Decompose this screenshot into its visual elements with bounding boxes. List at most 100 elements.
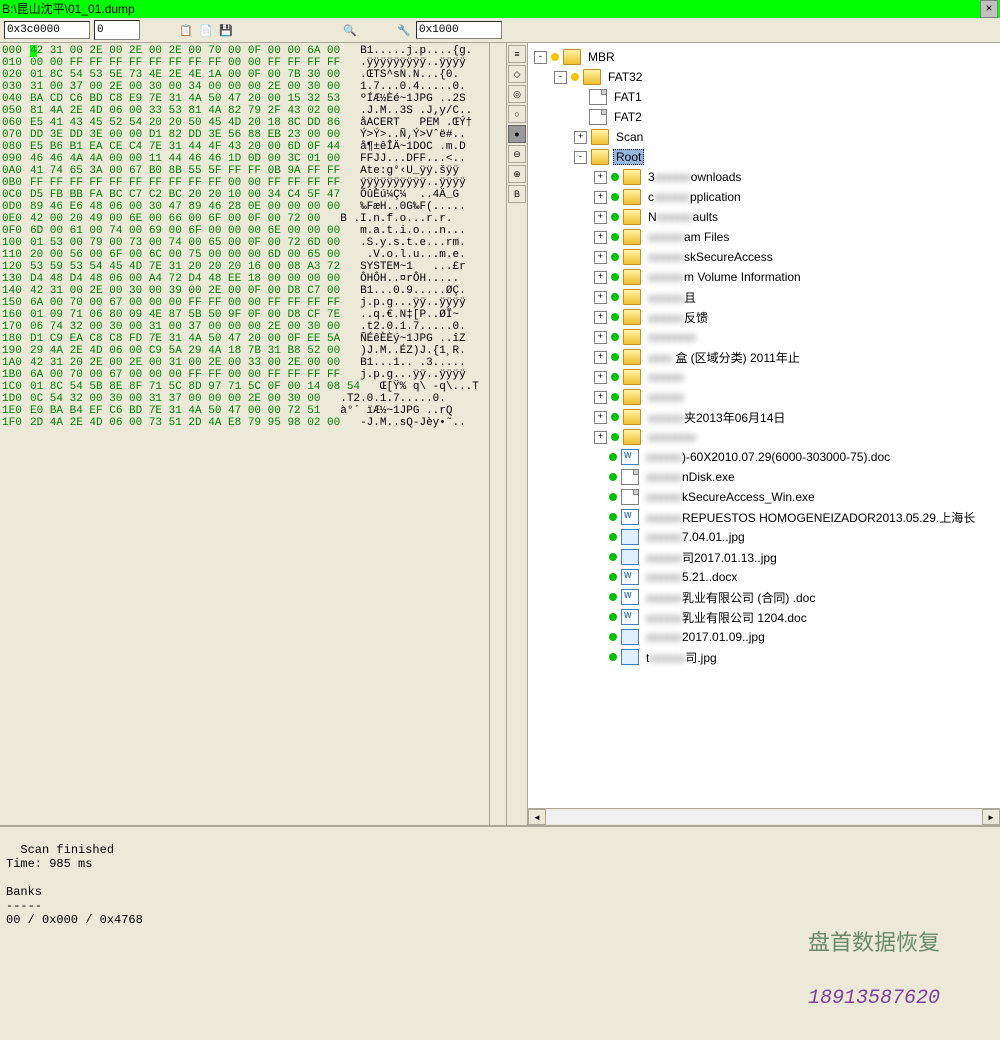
expand-toggle[interactable]: - bbox=[534, 51, 547, 64]
tree-node[interactable]: xxxxxxnDisk.exe bbox=[530, 467, 998, 487]
ts-btn-4[interactable]: ○ bbox=[508, 105, 526, 123]
tree-node[interactable]: - FAT32 bbox=[530, 67, 998, 87]
expand-toggle[interactable]: + bbox=[594, 291, 607, 304]
tree-node[interactable]: xxxxxx乳业有限公司 (合同) .doc bbox=[530, 587, 998, 607]
tree-node[interactable]: xxxxxx2017.01.09..jpg bbox=[530, 627, 998, 647]
scroll-track[interactable] bbox=[546, 810, 982, 824]
tree-node[interactable]: - MBR bbox=[530, 47, 998, 67]
tree-label[interactable]: xxxxxx司2017.01.13..jpg bbox=[643, 548, 780, 567]
address-input[interactable] bbox=[4, 21, 90, 39]
tree-node[interactable]: + xxxxxx夹2013年06月14日 bbox=[530, 407, 998, 427]
tree-node[interactable]: xxxxxxREPUESTOS HOMOGENEIZADOR2013.05.29… bbox=[530, 507, 998, 527]
close-button[interactable]: × bbox=[980, 0, 998, 18]
expand-toggle[interactable]: + bbox=[594, 191, 607, 204]
tree-node[interactable]: xxxxxx)-60X2010.07.29(6000-303000-75).do… bbox=[530, 447, 998, 467]
ts-btn-6[interactable]: ⊖ bbox=[508, 145, 526, 163]
spin-input[interactable] bbox=[94, 20, 140, 40]
tree-label[interactable]: xxxxxxkSecureAccess_Win.exe bbox=[643, 489, 818, 505]
tree-label[interactable]: xxxxxxREPUESTOS HOMOGENEIZADOR2013.05.29… bbox=[643, 508, 978, 527]
tree-node[interactable]: + xxxxxxam Files bbox=[530, 227, 998, 247]
tree-node[interactable]: + xxxxxx bbox=[530, 367, 998, 387]
tree-node[interactable]: xxxxxx5.21..docx bbox=[530, 567, 998, 587]
tree-node[interactable]: + xxxx 盒 (区域分类) 2011年止 bbox=[530, 347, 998, 367]
tree-label[interactable]: xxxxxxskSecureAccess bbox=[645, 249, 776, 265]
tree-label[interactable]: xxxxxx且 bbox=[645, 288, 699, 307]
tree-node[interactable]: + xxxxxxm Volume Information bbox=[530, 267, 998, 287]
expand-toggle[interactable]: + bbox=[594, 211, 607, 224]
paste-icon[interactable]: 📄 bbox=[198, 22, 214, 38]
expand-toggle[interactable]: - bbox=[554, 71, 567, 84]
tree-label[interactable]: xxxxxx7.04.01..jpg bbox=[643, 529, 748, 545]
tree-label[interactable]: FAT32 bbox=[605, 69, 645, 85]
expand-toggle[interactable]: + bbox=[574, 131, 587, 144]
tree-node[interactable]: xxxxxx7.04.01..jpg bbox=[530, 527, 998, 547]
expand-toggle[interactable]: + bbox=[594, 391, 607, 404]
ts-btn-3[interactable]: ◎ bbox=[508, 85, 526, 103]
scroll-right-button[interactable]: ► bbox=[982, 809, 1000, 825]
expand-toggle[interactable]: - bbox=[574, 151, 587, 164]
tree-label[interactable]: cxxxxxxpplication bbox=[645, 189, 744, 205]
tree-label[interactable]: xxxxxx2017.01.09..jpg bbox=[643, 629, 768, 645]
tree-node[interactable]: + xxxxxx bbox=[530, 387, 998, 407]
copy-icon[interactable]: 📋 bbox=[178, 22, 194, 38]
tree-node[interactable]: + xxxxxx反馈 bbox=[530, 307, 998, 327]
expand-toggle[interactable]: + bbox=[594, 231, 607, 244]
tree-label[interactable]: xxxxxxam Files bbox=[645, 229, 732, 245]
expand-toggle[interactable]: + bbox=[594, 251, 607, 264]
tree-label[interactable]: 3xxxxxxownloads bbox=[645, 169, 744, 185]
tree-node[interactable]: + xxxxxxxx bbox=[530, 327, 998, 347]
ts-btn-b[interactable]: B bbox=[508, 185, 526, 203]
expand-toggle[interactable]: + bbox=[594, 171, 607, 184]
tree-label[interactable]: xxxxxxm Volume Information bbox=[645, 269, 804, 285]
tree-label[interactable]: xxxxxxnDisk.exe bbox=[643, 469, 738, 485]
ts-btn-7[interactable]: ⊕ bbox=[508, 165, 526, 183]
hex-content[interactable]: 00042 31 00 2E 00 2E 00 2E 00 70 00 0F 0… bbox=[0, 43, 506, 431]
tree-label[interactable]: xxxxxx乳业有限公司 1204.doc bbox=[643, 608, 810, 627]
expand-toggle[interactable]: + bbox=[594, 431, 607, 444]
tree-label[interactable]: Nxxxxxxaults bbox=[645, 209, 721, 225]
tree-node[interactable]: + Nxxxxxxaults bbox=[530, 207, 998, 227]
tree-node[interactable]: FAT1 bbox=[530, 87, 998, 107]
tree-label[interactable]: xxxxxx)-60X2010.07.29(6000-303000-75).do… bbox=[643, 449, 893, 465]
expand-toggle[interactable]: + bbox=[594, 331, 607, 344]
tree-label[interactable]: FAT1 bbox=[611, 89, 645, 105]
tree-node[interactable]: + cxxxxxxpplication bbox=[530, 187, 998, 207]
expand-toggle[interactable]: + bbox=[594, 351, 607, 364]
save-icon[interactable]: 💾 bbox=[218, 22, 234, 38]
tree-node[interactable]: +xxxxxxxx bbox=[530, 427, 998, 447]
ts-btn-2[interactable]: ◇ bbox=[508, 65, 526, 83]
hex-scrollbar[interactable] bbox=[489, 43, 506, 825]
expand-toggle[interactable]: + bbox=[594, 411, 607, 424]
tree-node[interactable]: xxxxxxkSecureAccess_Win.exe bbox=[530, 487, 998, 507]
tree-label[interactable]: xxxxxx bbox=[645, 369, 687, 385]
ts-btn-5[interactable]: ● bbox=[508, 125, 526, 143]
tree-node[interactable]: + xxxxxxskSecureAccess bbox=[530, 247, 998, 267]
tree-label[interactable]: xxxxxx5.21..docx bbox=[643, 569, 740, 585]
tree-node[interactable]: xxxxxx司2017.01.13..jpg bbox=[530, 547, 998, 567]
tree-label[interactable]: xxxxxx乳业有限公司 (合同) .doc bbox=[643, 588, 818, 607]
size-input[interactable] bbox=[416, 21, 502, 39]
tree-node[interactable]: xxxxxx乳业有限公司 1204.doc bbox=[530, 607, 998, 627]
tree-label[interactable]: Root bbox=[613, 149, 644, 165]
ts-btn-1[interactable]: ≡ bbox=[508, 45, 526, 63]
tree[interactable]: - MBR - FAT32 FAT1 FAT2 + Scan - Root +3xxxxxxownl… bbox=[528, 43, 1000, 671]
tree-node[interactable]: txxxxxx司.jpg bbox=[530, 647, 998, 667]
tree-h-scrollbar[interactable]: ◄ ► bbox=[528, 808, 1000, 825]
wrench-icon[interactable]: 🔧 bbox=[396, 22, 412, 38]
tree-label[interactable]: xxxxxx反馈 bbox=[645, 308, 711, 327]
tree-node[interactable]: + xxxxxx且 bbox=[530, 287, 998, 307]
tree-label[interactable]: MBR bbox=[585, 49, 618, 65]
expand-toggle[interactable]: + bbox=[594, 271, 607, 284]
expand-toggle[interactable]: + bbox=[594, 371, 607, 384]
expand-toggle[interactable]: + bbox=[594, 311, 607, 324]
tree-label[interactable]: xxxxxx夹2013年06月14日 bbox=[645, 408, 788, 427]
tree-label[interactable]: xxxxxxxx bbox=[645, 329, 699, 345]
tree-label[interactable]: Scan bbox=[613, 129, 646, 145]
tree-node[interactable]: +3xxxxxxownloads bbox=[530, 167, 998, 187]
tree-node[interactable]: + Scan bbox=[530, 127, 998, 147]
tree-node[interactable]: FAT2 bbox=[530, 107, 998, 127]
tree-label[interactable]: xxxx 盒 (区域分类) 2011年止 bbox=[645, 348, 803, 367]
tree-label[interactable]: txxxxxx司.jpg bbox=[643, 648, 720, 667]
tree-node[interactable]: - Root bbox=[530, 147, 998, 167]
tree-label[interactable]: xxxxxx bbox=[645, 389, 687, 405]
